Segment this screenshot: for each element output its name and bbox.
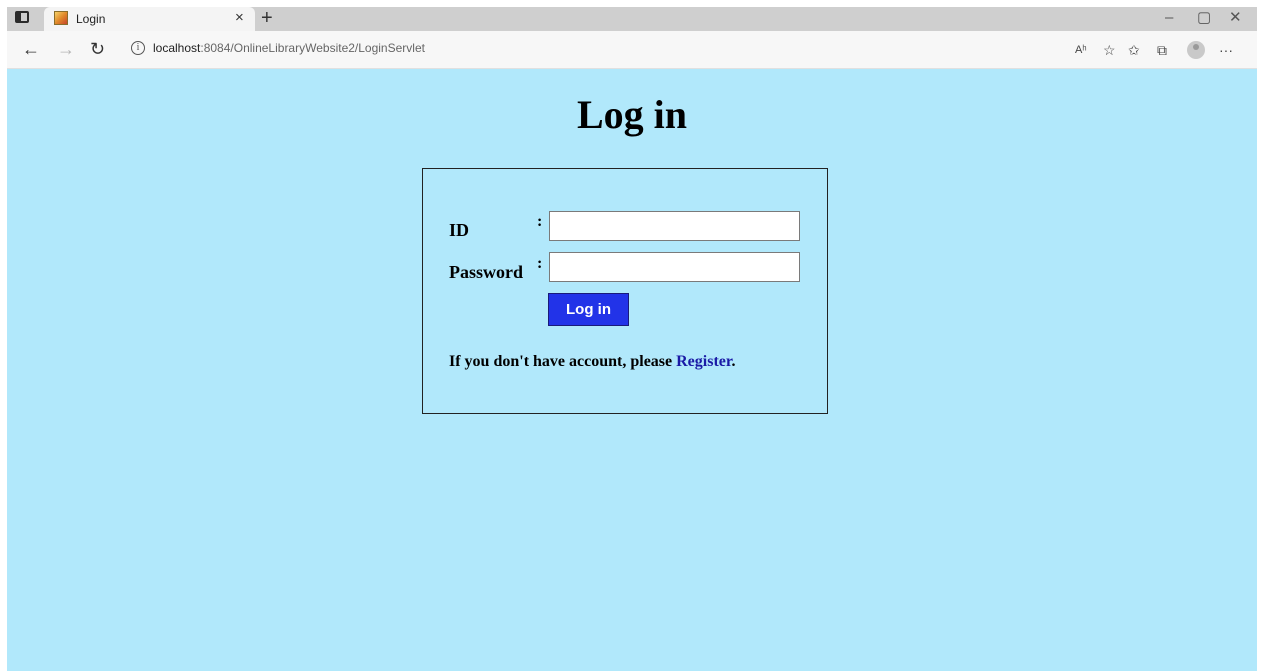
refresh-button[interactable]: ↻ (90, 39, 105, 59)
page-title: Log in (576, 92, 688, 137)
info-icon[interactable]: i (131, 41, 145, 55)
id-label: ID (449, 220, 470, 240)
url-field[interactable]: i localhost:8084/OnlineLibraryWebsite2/L… (121, 37, 1111, 63)
register-note: If you don't have account, please Regist… (449, 353, 736, 371)
register-note-text: If you don't have account, please (449, 353, 677, 370)
id-colon: : (537, 213, 543, 230)
password-colon: : (537, 255, 543, 272)
profile-icon[interactable] (1187, 41, 1205, 59)
favorites-icon[interactable]: ✩ (1128, 42, 1140, 58)
forward-button[interactable]: → (57, 39, 75, 59)
url-path: :8084/OnlineLibraryWebsite2/LoginServlet (200, 41, 425, 55)
browser-window: Login × + – ▢ ✕ ← → ↻ i localhost:8084/O… (7, 7, 1257, 671)
login-form: ID : Password : Log in If you don't have… (422, 168, 828, 414)
tab-bar: Login × + – ▢ ✕ (7, 7, 1257, 31)
id-input[interactable] (549, 211, 800, 241)
password-label: Password (449, 262, 524, 282)
back-button[interactable]: ← (22, 39, 40, 59)
page-content: Log in ID : Password : Log in If you don… (7, 69, 1257, 671)
url-host: localhost (153, 41, 201, 55)
favicon-icon (54, 11, 68, 25)
minimize-button[interactable]: – (1165, 9, 1173, 27)
tab-title: Login (76, 12, 106, 26)
maximize-button[interactable]: ▢ (1197, 9, 1211, 27)
url-text: localhost:8084/OnlineLibraryWebsite2/Log… (153, 41, 425, 55)
more-icon[interactable]: ··· (1219, 42, 1233, 58)
browser-tab[interactable]: Login × (44, 7, 255, 31)
address-bar: ← → ↻ i localhost:8084/OnlineLibraryWebs… (7, 31, 1257, 69)
tab-actions-icon[interactable] (15, 11, 29, 23)
register-link[interactable]: Register (676, 353, 731, 370)
read-aloud-icon[interactable]: Aʰ (1075, 42, 1087, 58)
add-favorite-icon[interactable]: ☆ (1103, 42, 1116, 58)
collections-icon[interactable]: ⧉ (1157, 42, 1167, 58)
new-tab-button[interactable]: + (261, 7, 273, 29)
close-window-button[interactable]: ✕ (1229, 9, 1242, 27)
password-input[interactable] (549, 252, 800, 282)
login-button[interactable]: Log in (548, 293, 629, 326)
tab-close-icon[interactable]: × (235, 9, 244, 27)
register-note-period: . (731, 353, 736, 370)
